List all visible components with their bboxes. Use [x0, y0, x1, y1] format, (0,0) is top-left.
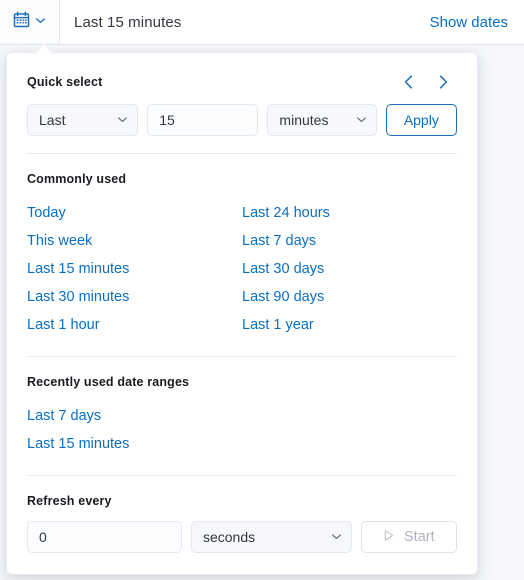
- quick-select-amount-input[interactable]: 15: [147, 104, 259, 136]
- quick-select-header: Quick select: [27, 53, 457, 91]
- quick-select-section: Quick select Last 15 minutes Apply: [7, 53, 477, 136]
- commonly-used-item[interactable]: Last 15 minutes: [27, 255, 129, 283]
- apply-button[interactable]: Apply: [385, 104, 458, 136]
- unit-value: minutes: [279, 112, 329, 128]
- quick-select-direction-select[interactable]: Last: [27, 104, 139, 136]
- commonly-used-item[interactable]: Last 30 minutes: [27, 283, 129, 311]
- commonly-used-item[interactable]: Last 30 days: [242, 255, 324, 283]
- commonly-used-item[interactable]: Last 7 days: [242, 227, 316, 255]
- refresh-interval-input[interactable]: 0: [27, 521, 182, 553]
- super-date-picker-bar: Last 15 minutes Show dates: [0, 0, 524, 45]
- refresh-section: Refresh every 0 seconds Start: [7, 476, 477, 574]
- refresh-title: Refresh every: [27, 494, 112, 508]
- commonly-used-item[interactable]: This week: [27, 227, 92, 255]
- recently-used-section: Recently used date ranges Last 7 days La…: [7, 357, 477, 458]
- calendar-icon: [13, 11, 30, 33]
- date-picker-screen: Last 15 minutes Show dates Quick select: [0, 0, 524, 580]
- refresh-unit-select[interactable]: seconds: [190, 521, 352, 553]
- refresh-unit-value: seconds: [202, 529, 256, 545]
- chevron-down-icon: [35, 13, 46, 31]
- direction-value: Last: [39, 112, 66, 128]
- recently-used-item[interactable]: Last 7 days: [27, 402, 101, 430]
- chevron-right-icon[interactable]: [435, 73, 451, 91]
- selected-date-range-text[interactable]: Last 15 minutes: [60, 14, 430, 31]
- date-quick-select-button[interactable]: [0, 0, 60, 44]
- recently-used-list: Last 7 days Last 15 minutes: [27, 402, 457, 458]
- recently-used-item[interactable]: Last 15 minutes: [27, 430, 129, 458]
- commonly-used-item[interactable]: Last 24 hours: [242, 199, 330, 227]
- commonly-used-item[interactable]: Last 1 year: [242, 311, 314, 339]
- refresh-interval-value: 0: [39, 529, 47, 545]
- amount-value: 15: [159, 112, 175, 128]
- start-refresh-button[interactable]: Start: [360, 521, 458, 553]
- chevron-down-icon: [331, 529, 342, 545]
- start-label: Start: [404, 529, 435, 545]
- quick-select-nav: [401, 73, 457, 91]
- chevron-left-icon[interactable]: [401, 73, 417, 91]
- quick-select-title: Quick select: [27, 75, 103, 89]
- quick-select-controls: Last 15 minutes Apply: [27, 104, 458, 136]
- commonly-used-item[interactable]: Last 1 hour: [27, 311, 100, 339]
- show-dates-link[interactable]: Show dates: [430, 14, 524, 31]
- commonly-used-section: Commonly used Today Last 24 hours This w…: [7, 154, 477, 339]
- commonly-used-title: Commonly used: [27, 172, 127, 186]
- quick-select-unit-select[interactable]: minutes: [267, 104, 377, 136]
- chevron-down-icon: [117, 112, 128, 128]
- play-icon: [383, 529, 395, 546]
- commonly-used-links: Today Last 24 hours This week Last 7 day…: [27, 199, 457, 339]
- recently-used-title: Recently used date ranges: [27, 375, 190, 389]
- refresh-controls: 0 seconds Start: [27, 521, 458, 574]
- quick-select-popover: Quick select Last 15 minutes Apply Commo…: [6, 43, 478, 575]
- commonly-used-item[interactable]: Last 90 days: [242, 283, 324, 311]
- commonly-used-item[interactable]: Today: [27, 199, 66, 227]
- chevron-down-icon: [356, 112, 367, 128]
